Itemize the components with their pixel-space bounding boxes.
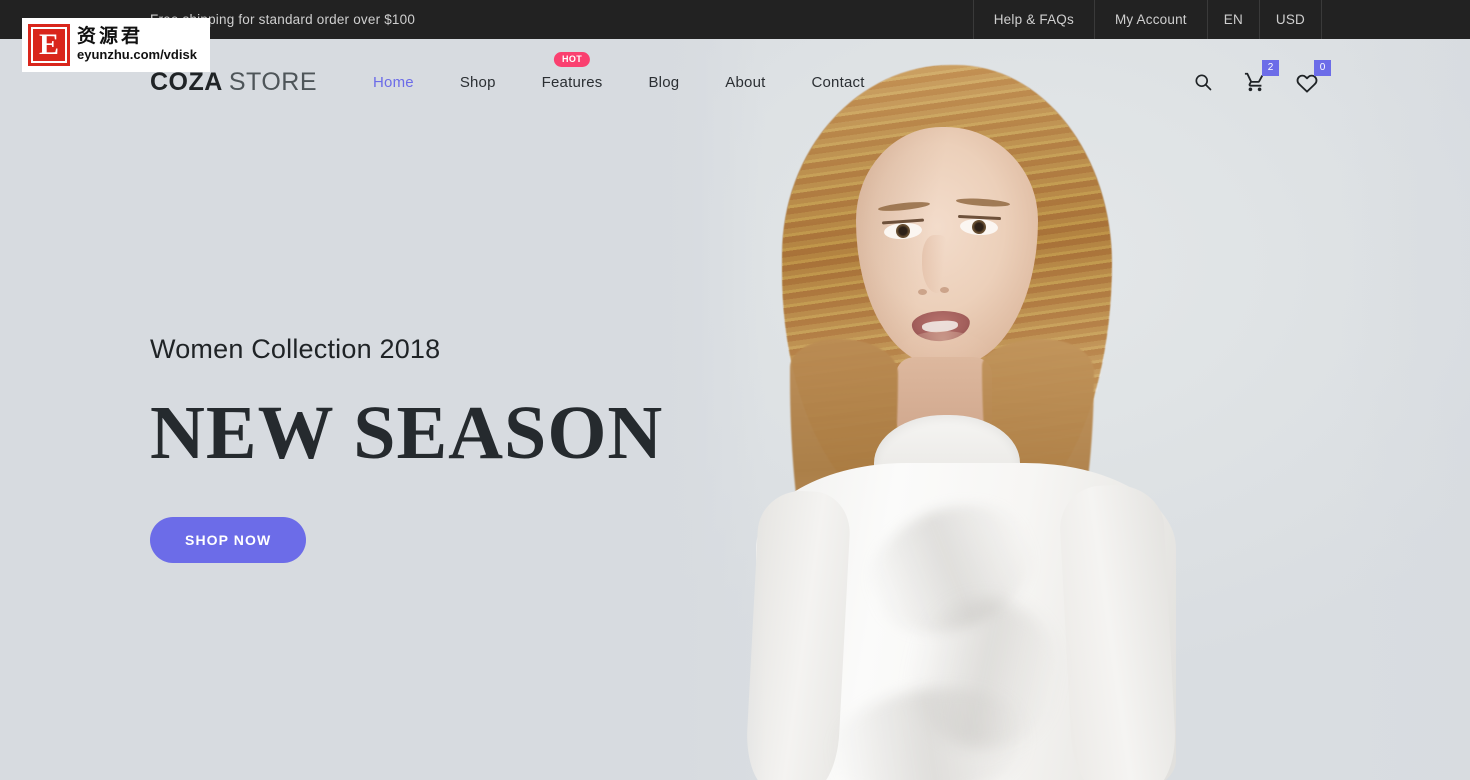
topbar-language-selector[interactable]: EN bbox=[1206, 0, 1259, 39]
nav-label-home: Home bbox=[373, 73, 414, 91]
nav-label-about: About bbox=[725, 73, 766, 91]
search-button[interactable] bbox=[1190, 69, 1216, 95]
site-header: COZA STORE Home Shop HOT Features Blog A… bbox=[0, 39, 1470, 125]
wishlist-count-badge: 0 bbox=[1314, 60, 1331, 76]
nav-item-home[interactable]: Home bbox=[350, 74, 437, 91]
topbar-link-help-faqs[interactable]: Help & FAQs bbox=[972, 0, 1094, 39]
nav-item-about[interactable]: About bbox=[702, 74, 788, 91]
cart-button[interactable]: 2 bbox=[1242, 60, 1279, 95]
hero-eyebrow: Women Collection 2018 bbox=[150, 334, 441, 364]
topbar-right-group: Help & FAQs My Account EN USD bbox=[972, 0, 1322, 39]
header-actions: 2 0 bbox=[1190, 60, 1331, 95]
nav-label-blog: Blog bbox=[648, 73, 680, 91]
main-navigation: Home Shop HOT Features Blog About Contac… bbox=[350, 51, 888, 91]
shop-now-button[interactable]: SHOP NOW bbox=[150, 517, 307, 563]
nav-item-features[interactable]: HOT Features bbox=[519, 51, 626, 91]
nav-label-shop: Shop bbox=[459, 73, 496, 91]
hot-badge: HOT bbox=[553, 51, 591, 67]
hero-headline: NEW SEASON bbox=[150, 391, 664, 475]
model-nostril-left bbox=[918, 289, 927, 295]
model-sleeve-right bbox=[1058, 482, 1178, 780]
model-nose bbox=[922, 235, 952, 293]
logo-primary-text: COZA bbox=[150, 67, 223, 96]
logo-secondary-text: STORE bbox=[228, 67, 317, 96]
model-nostril-right bbox=[940, 287, 949, 293]
site-logo[interactable]: COZA STORE bbox=[150, 68, 317, 97]
shipping-message: Free shipping for standard order over $1… bbox=[150, 12, 416, 27]
cart-count-badge: 2 bbox=[1262, 60, 1279, 76]
model-composition bbox=[660, 39, 1470, 780]
nav-item-shop[interactable]: Shop bbox=[437, 74, 519, 91]
hero-model-image bbox=[660, 39, 1470, 780]
hero-text-block: Women Collection 2018 NEW SEASON SHOP NO… bbox=[150, 334, 663, 563]
topbar-currency-selector[interactable]: USD bbox=[1258, 0, 1322, 39]
hero-slider: Women Collection 2018 NEW SEASON SHOP NO… bbox=[0, 39, 1470, 780]
nav-item-blog[interactable]: Blog bbox=[625, 74, 702, 91]
topbar-link-my-account[interactable]: My Account bbox=[1093, 0, 1207, 39]
nav-item-contact[interactable]: Contact bbox=[788, 74, 887, 91]
top-announcement-bar: Free shipping for standard order over $1… bbox=[0, 0, 1470, 39]
wishlist-button[interactable]: 0 bbox=[1294, 60, 1331, 95]
topbar-left-group: Free shipping for standard order over $1… bbox=[150, 0, 415, 39]
nav-label-contact: Contact bbox=[811, 73, 865, 91]
nav-label-features: Features bbox=[541, 73, 603, 91]
search-icon bbox=[1193, 72, 1213, 92]
